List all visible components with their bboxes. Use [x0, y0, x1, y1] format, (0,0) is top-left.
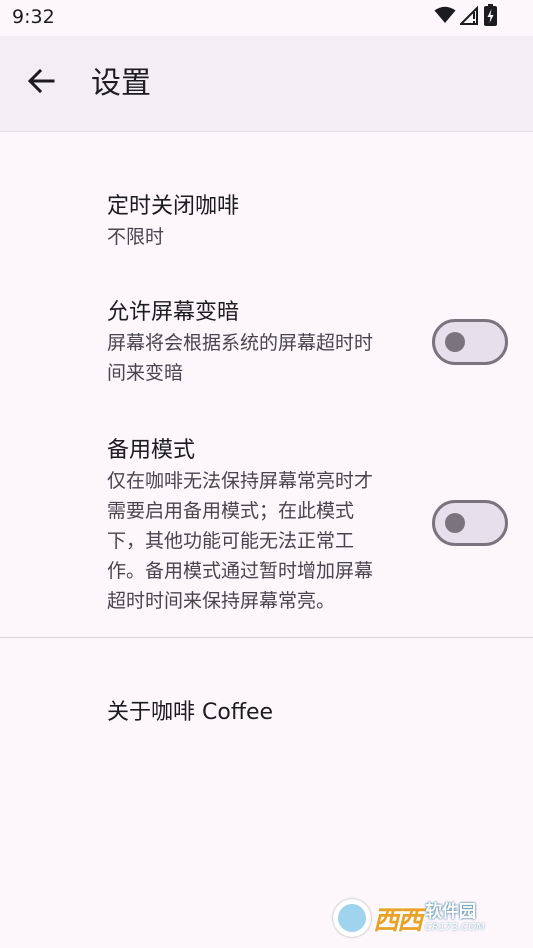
summary-line: 需要启用备用模式；在此模式 [107, 500, 355, 522]
summary-line: 下，其他功能可能无法正常工 [107, 530, 355, 552]
pref-timeout[interactable]: 定时关闭咖啡 不限时 [0, 180, 533, 270]
pref-fallback-mode-title: 备用模式 [107, 438, 196, 463]
allow-dim-switch[interactable] [432, 319, 508, 365]
watermark-text: 软件园 CR173.COM [425, 902, 485, 934]
arrow-back-icon [27, 67, 55, 99]
pref-allow-dim[interactable]: 允许屏幕变暗 屏幕将会根据系统的屏幕超时时 间来变暗 [0, 290, 533, 400]
app-bar: 设置 [0, 36, 533, 132]
divider [0, 637, 533, 638]
watermark-circle-icon [333, 899, 371, 937]
pref-fallback-mode[interactable]: 备用模式 仅在咖啡无法保持屏幕常亮时才 需要启用备用模式；在此模式 下，其他功能… [0, 430, 533, 620]
pref-timeout-summary: 不限时 [107, 222, 407, 252]
status-bar: 9:32 [0, 0, 533, 36]
pref-allow-dim-title: 允许屏幕变暗 [107, 300, 240, 325]
switch-thumb [445, 513, 465, 533]
status-icons [434, 4, 497, 30]
status-time: 9:32 [12, 6, 55, 28]
battery-charging-icon [484, 4, 497, 30]
pref-allow-dim-summary: 屏幕将会根据系统的屏幕超时时 间来变暗 [107, 328, 407, 388]
pref-about[interactable]: 关于咖啡 Coffee [0, 680, 533, 750]
watermark-cn: 软件园 [425, 902, 477, 922]
pref-fallback-mode-summary: 仅在咖啡无法保持屏幕常亮时才 需要启用备用模式；在此模式 下，其他功能可能无法正… [107, 466, 407, 616]
summary-line: 作。备用模式通过暂时增加屏幕 [107, 560, 374, 582]
watermark-brand: 西西 [373, 905, 423, 936]
pref-about-title: 关于咖啡 Coffee [107, 700, 274, 725]
watermark-en: CR173.COM [425, 922, 485, 933]
cellular-no-signal-icon [458, 5, 480, 29]
switch-thumb [445, 332, 465, 352]
back-button[interactable] [20, 62, 62, 104]
summary-line: 间来变暗 [107, 362, 184, 384]
summary-line: 不限时 [107, 226, 165, 248]
summary-line: 仅在咖啡无法保持屏幕常亮时才 [107, 470, 374, 492]
fallback-mode-switch[interactable] [432, 500, 508, 546]
watermark-logo: 西西 软件园 CR173.COM [333, 897, 513, 939]
summary-line: 屏幕将会根据系统的屏幕超时时 [107, 332, 374, 354]
wifi-icon [434, 6, 456, 28]
page-title: 设置 [91, 66, 151, 101]
summary-line: 超时时间来保持屏幕常亮。 [107, 590, 336, 612]
pref-timeout-title: 定时关闭咖啡 [107, 194, 240, 219]
